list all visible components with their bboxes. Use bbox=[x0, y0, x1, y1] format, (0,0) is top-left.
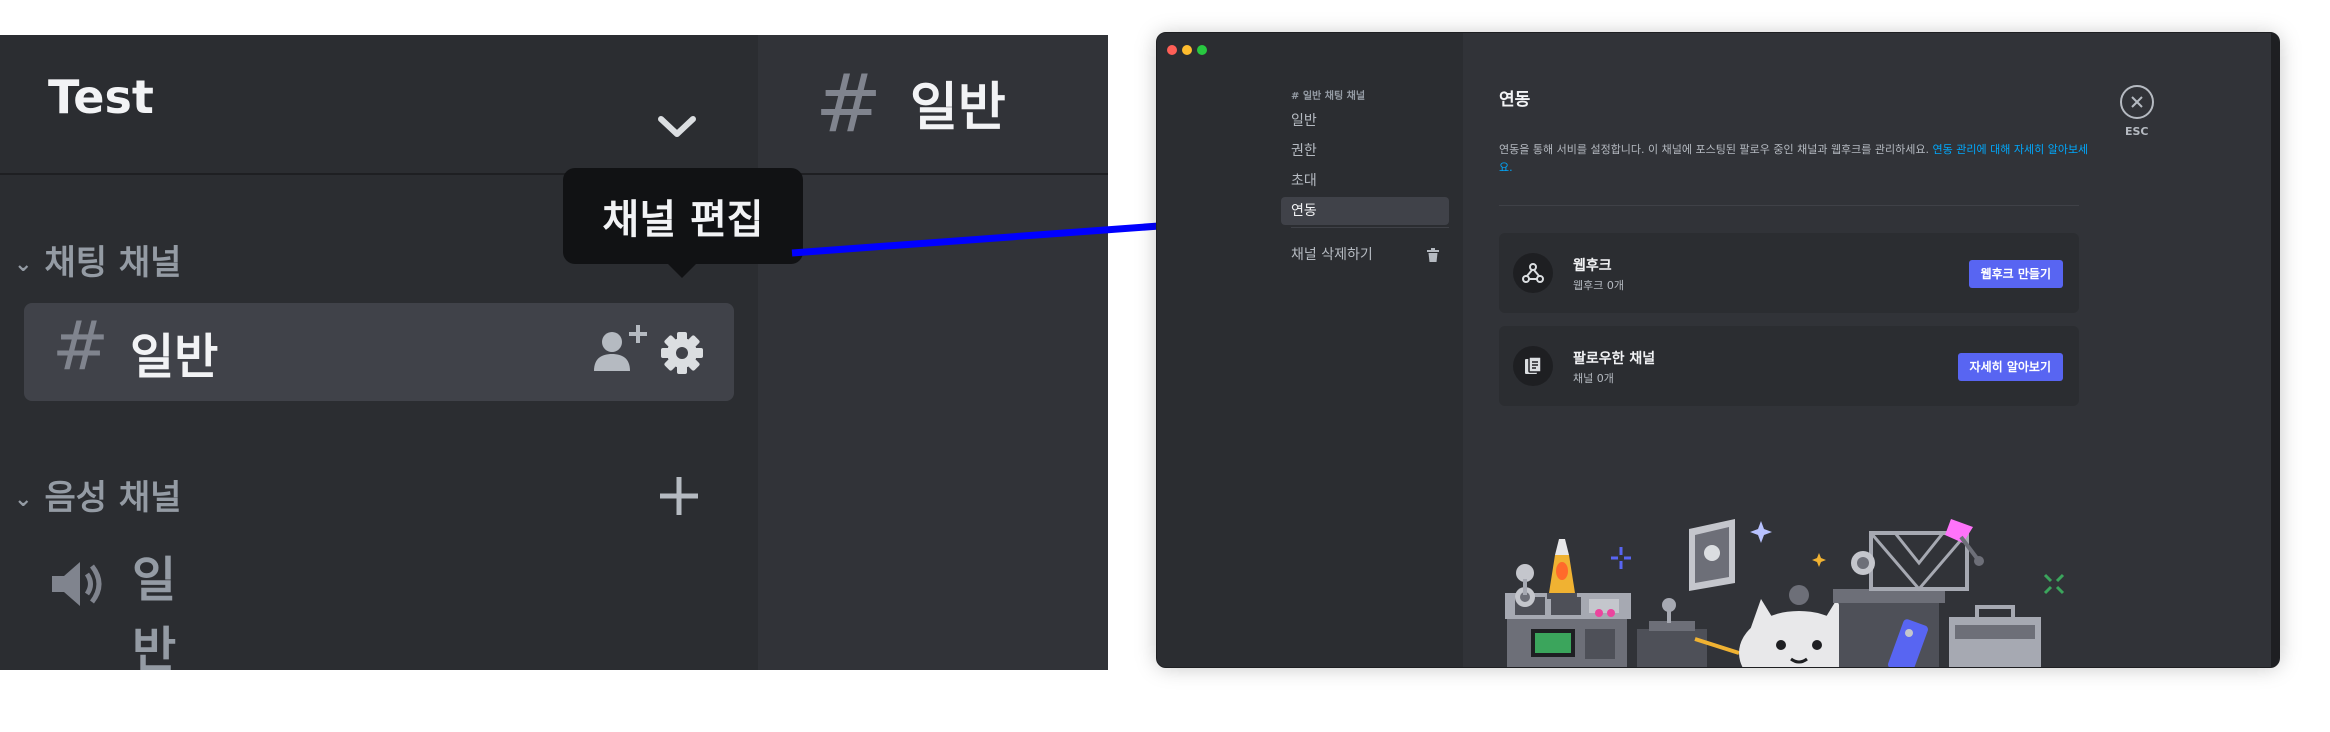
channel-settings-window: # 일반 채팅 채널 일반 권한 초대 연동 채널 삭제하기 연동 연동을 통해… bbox=[1156, 32, 2280, 668]
category-label: 음성 채널 bbox=[44, 478, 182, 518]
webhooks-card[interactable]: 웹후크 웹후크 0개 웹후크 만들기 bbox=[1499, 233, 2079, 313]
followed-channels-card[interactable]: 팔로우한 채널 채널 0개 자세히 알아보기 bbox=[1499, 326, 2079, 406]
collapse-arrow-icon: ⌄ bbox=[14, 252, 33, 277]
integrations-illustration bbox=[1505, 519, 2065, 667]
category-text-channels[interactable]: ⌄ 채팅 채널 bbox=[14, 235, 181, 284]
settings-sidebar: # 일반 채팅 채널 일반 권한 초대 연동 채널 삭제하기 bbox=[1157, 33, 1463, 667]
create-webhook-button[interactable]: 웹후크 만들기 bbox=[1968, 260, 2063, 288]
nav-item-permissions[interactable]: 권한 bbox=[1281, 137, 1449, 165]
voice-channel-name: 일반 bbox=[132, 552, 177, 670]
webhook-icon bbox=[1513, 253, 1553, 293]
description-text: 연동을 통해 서비를 설정합니다. 이 채널에 포스팅된 팔로우 중인 채널과 … bbox=[1499, 143, 1933, 156]
nav-item-invites[interactable]: 초대 bbox=[1281, 167, 1449, 195]
window-maximize-dot[interactable] bbox=[1197, 45, 1207, 55]
window-minimize-dot[interactable] bbox=[1182, 45, 1192, 55]
server-name[interactable]: Test bbox=[48, 70, 154, 124]
settings-nav-header: # 일반 채팅 채널 bbox=[1291, 91, 1366, 102]
card-subtitle: 채널 0개 bbox=[1573, 372, 1614, 385]
nav-item-integrations[interactable]: 연동 bbox=[1281, 197, 1449, 225]
window-close-dot[interactable] bbox=[1167, 45, 1177, 55]
tooltip-tail bbox=[668, 264, 696, 278]
nav-divider bbox=[1291, 227, 1449, 228]
edit-channel-tooltip: 채널 편집 bbox=[563, 168, 803, 264]
window-scrollbar[interactable] bbox=[2271, 33, 2279, 667]
hash-icon: # bbox=[52, 307, 109, 386]
delete-channel-label: 채널 삭제하기 bbox=[1291, 247, 1373, 263]
page-title: 연동 bbox=[1499, 90, 1531, 110]
gear-icon[interactable] bbox=[660, 331, 704, 375]
follow-channel-icon bbox=[1513, 346, 1553, 386]
esc-label: ESC bbox=[2125, 125, 2149, 138]
card-subtitle: 웹후크 0개 bbox=[1573, 279, 1624, 292]
chevron-down-icon[interactable] bbox=[657, 115, 697, 139]
card-title: 웹후크 bbox=[1573, 258, 1612, 274]
plus-icon[interactable] bbox=[658, 475, 700, 517]
settings-content: 연동 연동을 통해 서비를 설정합니다. 이 채널에 포스팅된 팔로우 중인 채… bbox=[1463, 33, 2273, 667]
integrations-description: 연동을 통해 서비를 설정합니다. 이 채널에 포스팅된 팔로우 중인 채널과 … bbox=[1499, 141, 2089, 177]
learn-more-button[interactable]: 자세히 알아보기 bbox=[1957, 353, 2063, 381]
close-icon bbox=[2131, 96, 2143, 108]
channel-hash-icon: # bbox=[815, 57, 883, 150]
nav-item-overview[interactable]: 일반 bbox=[1281, 107, 1449, 135]
trash-icon bbox=[1427, 248, 1439, 262]
speaker-icon bbox=[52, 562, 102, 606]
content-divider bbox=[1499, 205, 2079, 206]
add-member-icon[interactable] bbox=[594, 325, 650, 375]
channel-name: 일반 bbox=[130, 329, 219, 385]
close-settings-button[interactable] bbox=[2120, 85, 2154, 119]
collapse-arrow-icon: ⌄ bbox=[14, 487, 33, 512]
channel-sidebar-zoom: Test # 일반 ⌄ 채팅 채널 # 일반 ⌄ 음성 채널 일반 bbox=[0, 35, 1108, 670]
channel-item-general[interactable]: # 일반 bbox=[24, 303, 734, 401]
category-label: 채팅 채널 bbox=[44, 243, 182, 283]
delete-channel-button[interactable]: 채널 삭제하기 bbox=[1281, 241, 1449, 269]
category-voice-channels[interactable]: ⌄ 음성 채널 bbox=[14, 470, 181, 519]
channel-header-title: 일반 bbox=[910, 78, 1006, 138]
card-title: 팔로우한 채널 bbox=[1573, 351, 1656, 367]
